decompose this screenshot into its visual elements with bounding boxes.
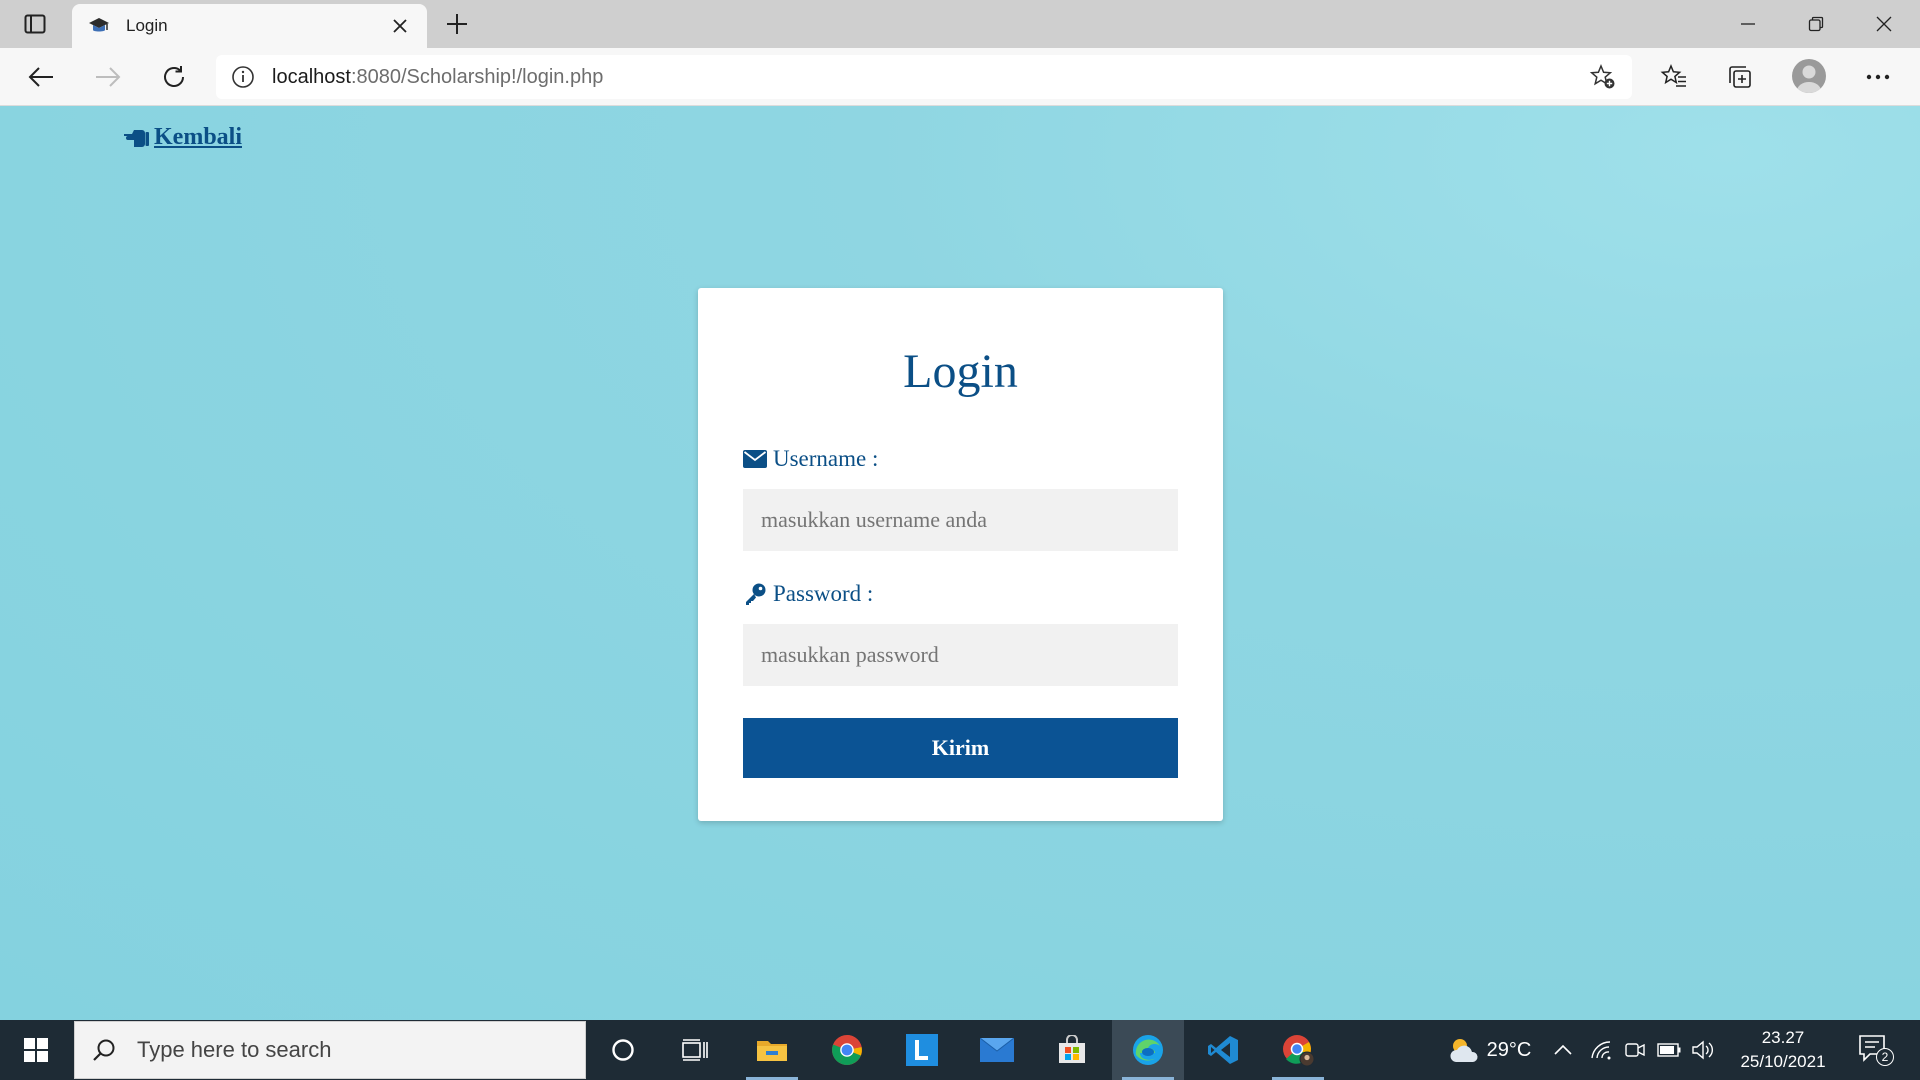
password-input[interactable] xyxy=(743,624,1178,686)
windows-taskbar: Type here to search 29°C 23.27 25/10/202… xyxy=(0,1020,1920,1080)
mail-icon xyxy=(980,1038,1014,1062)
meet-now-button[interactable] xyxy=(1620,1020,1650,1080)
cortana-button[interactable] xyxy=(587,1020,659,1080)
chevron-up-icon xyxy=(1554,1044,1572,1055)
hand-pointer-left-icon xyxy=(124,129,149,147)
taskbar-search-box[interactable]: Type here to search xyxy=(74,1021,586,1079)
collections-button[interactable] xyxy=(1721,58,1759,96)
volume-button[interactable] xyxy=(1688,1020,1718,1080)
close-icon xyxy=(1876,16,1892,32)
chrome-button[interactable] xyxy=(811,1020,883,1080)
more-horizontal-icon xyxy=(1866,74,1890,80)
back-link[interactable]: Kembali xyxy=(122,124,242,151)
site-info-icon[interactable] xyxy=(230,64,256,90)
browser-tab-bar: Login xyxy=(0,0,1920,48)
edge-button[interactable] xyxy=(1112,1020,1184,1080)
login-card: Login Username : Password : Kirim xyxy=(698,288,1223,821)
profile-avatar[interactable] xyxy=(1792,59,1826,93)
address-url[interactable]: localhost:8080/Scholarship!/login.php xyxy=(272,66,1588,89)
vscode-button[interactable] xyxy=(1187,1020,1259,1080)
graduation-cap-favicon-icon xyxy=(88,15,110,37)
battery-button[interactable] xyxy=(1654,1020,1684,1080)
tab-actions-icon xyxy=(24,14,46,34)
l-app-icon xyxy=(906,1034,938,1066)
cortana-icon xyxy=(612,1039,634,1061)
notification-center-button[interactable]: 2 xyxy=(1858,1034,1894,1066)
tab-close-icon[interactable] xyxy=(387,13,413,39)
envelope-icon xyxy=(743,448,767,470)
add-favorite-button[interactable] xyxy=(1588,62,1618,92)
url-path: :8080/Scholarship!/login.php xyxy=(350,65,604,88)
collections-icon xyxy=(1729,66,1751,88)
battery-icon xyxy=(1657,1043,1681,1057)
refresh-button[interactable] xyxy=(155,58,193,96)
back-link-label: Kembali xyxy=(154,124,242,150)
tab-actions-button[interactable] xyxy=(14,10,56,38)
chrome-profile-button[interactable] xyxy=(1262,1020,1334,1080)
l-app-button[interactable] xyxy=(886,1020,958,1080)
search-placeholder: Type here to search xyxy=(137,1037,332,1062)
chrome-icon xyxy=(832,1035,862,1065)
show-hidden-icons-button[interactable] xyxy=(1548,1020,1578,1080)
restore-button[interactable] xyxy=(1782,0,1850,48)
mail-button[interactable] xyxy=(961,1020,1033,1080)
login-title: Login xyxy=(903,345,1018,398)
chrome-profile-icon xyxy=(1283,1035,1315,1067)
username-input[interactable] xyxy=(743,489,1178,551)
edge-icon xyxy=(1133,1035,1163,1065)
minimize-icon xyxy=(1741,23,1755,25)
weather-widget[interactable]: 29°C xyxy=(1436,1020,1542,1080)
store-icon xyxy=(1059,1035,1085,1063)
favorites-button[interactable] xyxy=(1655,58,1693,96)
notification-count-badge: 2 xyxy=(1876,1048,1894,1066)
task-view-icon xyxy=(682,1039,708,1061)
browser-tab-login[interactable]: Login xyxy=(72,4,427,48)
back-button[interactable] xyxy=(22,58,60,96)
page-viewport: Kembali Login Username : Password : Kiri… xyxy=(0,106,1920,1020)
clock-time: 23.27 xyxy=(1761,1028,1805,1047)
speaker-icon xyxy=(1692,1040,1713,1060)
task-view-button[interactable] xyxy=(659,1020,731,1080)
search-icon xyxy=(91,1037,117,1063)
arrow-left-icon xyxy=(28,67,53,87)
url-host: localhost xyxy=(272,65,351,88)
tab-title: Login xyxy=(126,16,168,35)
taskbar-clock[interactable]: 23.27 25/10/2021 xyxy=(1718,1026,1848,1074)
wifi-icon xyxy=(1591,1041,1611,1060)
submit-button[interactable]: Kirim xyxy=(743,718,1178,778)
new-tab-button[interactable] xyxy=(442,9,472,39)
plus-icon xyxy=(447,14,467,34)
weather-temperature: 29°C xyxy=(1486,1038,1532,1061)
favorites-icon xyxy=(1660,64,1686,87)
key-icon xyxy=(743,583,767,605)
user-avatar-icon xyxy=(1797,65,1821,93)
browser-toolbar: localhost:8080/Scholarship!/login.php xyxy=(0,48,1920,106)
password-label-text: Password : xyxy=(773,581,874,606)
clock-date: 25/10/2021 xyxy=(1740,1052,1826,1071)
password-label: Password : xyxy=(743,581,873,607)
close-window-button[interactable] xyxy=(1850,0,1918,48)
start-button[interactable] xyxy=(0,1020,72,1080)
store-button[interactable] xyxy=(1036,1020,1108,1080)
network-button[interactable] xyxy=(1586,1020,1616,1080)
file-explorer-button[interactable] xyxy=(736,1020,808,1080)
vscode-icon xyxy=(1208,1036,1238,1064)
restore-icon xyxy=(1808,16,1824,32)
address-bar[interactable]: localhost:8080/Scholarship!/login.php xyxy=(216,55,1632,99)
minimize-button[interactable] xyxy=(1714,0,1782,48)
file-explorer-icon xyxy=(757,1041,787,1061)
forward-button[interactable] xyxy=(89,58,127,96)
windows-logo-icon xyxy=(24,1038,48,1062)
username-label: Username : xyxy=(743,446,878,472)
refresh-icon xyxy=(164,66,184,87)
username-label-text: Username : xyxy=(773,446,879,471)
meet-now-icon xyxy=(1625,1043,1645,1057)
partly-cloudy-icon xyxy=(1450,1039,1478,1062)
settings-more-button[interactable] xyxy=(1859,58,1897,96)
arrow-right-icon xyxy=(96,67,121,87)
star-add-icon xyxy=(1589,64,1615,89)
